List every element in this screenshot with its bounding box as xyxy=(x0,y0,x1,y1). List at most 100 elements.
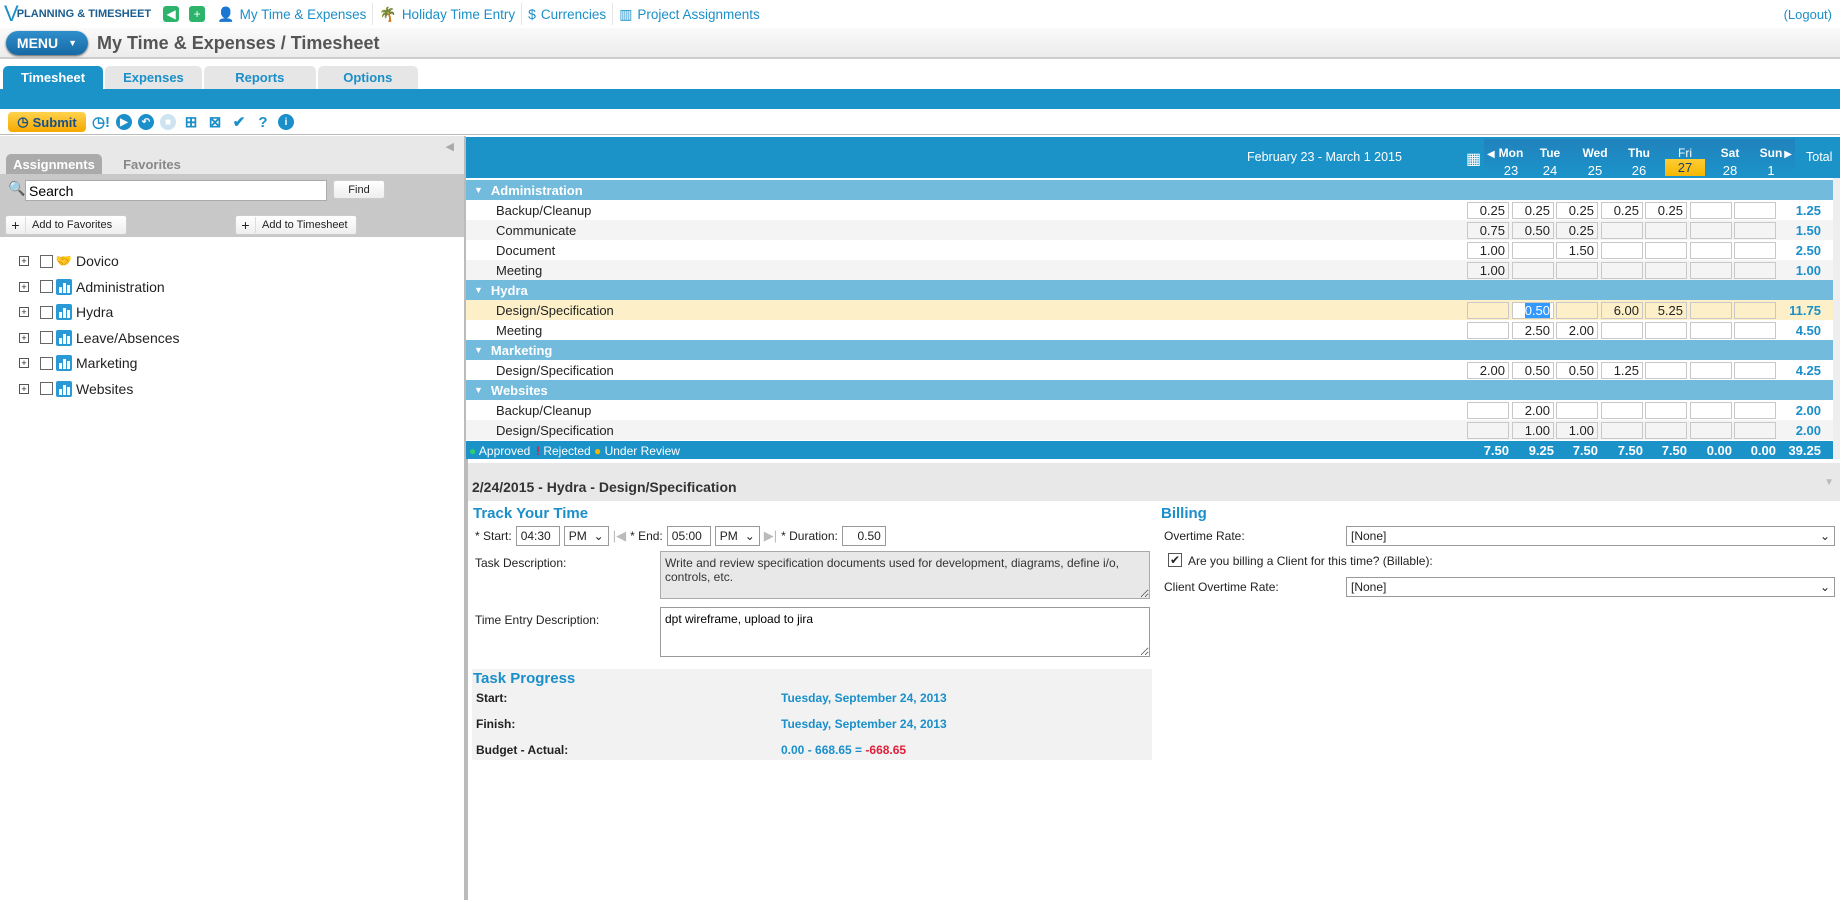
tree-checkbox[interactable] xyxy=(40,356,53,370)
tree-item[interactable]: + Administration xyxy=(0,276,165,298)
end-time-input[interactable]: 05:00 xyxy=(666,526,711,546)
hours-cell[interactable]: 1.00 xyxy=(1467,262,1509,279)
category-row[interactable]: ▼ Hydra xyxy=(466,280,1833,300)
hours-cell[interactable] xyxy=(1645,422,1687,439)
time-entry-description-input[interactable]: dpt wireframe, upload to jira xyxy=(660,607,1150,657)
tree-item[interactable]: + Marketing xyxy=(0,352,137,374)
hours-cell[interactable]: 6.00 xyxy=(1601,302,1643,319)
expand-icon[interactable]: + xyxy=(19,256,29,266)
hours-cell[interactable] xyxy=(1467,302,1509,319)
hours-cell[interactable] xyxy=(1601,402,1643,419)
hours-cell[interactable] xyxy=(1690,202,1732,219)
hours-cell[interactable]: 0.25 xyxy=(1512,202,1554,219)
hours-cell[interactable] xyxy=(1467,402,1509,419)
undo-icon[interactable]: ↶ xyxy=(138,114,154,130)
hours-cell[interactable]: 2.50 xyxy=(1512,322,1554,339)
end-ampm-select[interactable]: PM ⌄ xyxy=(714,526,760,546)
help-icon[interactable]: ? xyxy=(254,113,272,131)
hours-cell[interactable]: 0.50 xyxy=(1512,222,1554,239)
overtime-rate-select[interactable]: [None] ⌄ xyxy=(1346,526,1835,546)
hours-cell[interactable] xyxy=(1601,322,1643,339)
hours-cell[interactable] xyxy=(1512,242,1554,259)
hours-cell[interactable] xyxy=(1556,262,1598,279)
menu-button[interactable]: MENU ▼ xyxy=(6,31,88,55)
hours-cell[interactable] xyxy=(1734,362,1776,379)
day-header[interactable]: Fri 27 xyxy=(1665,146,1705,176)
expand-icon[interactable]: + xyxy=(19,307,29,317)
nav-currencies[interactable]: $ Currencies xyxy=(522,3,614,25)
hours-cell[interactable]: 0.25 xyxy=(1601,202,1643,219)
collapse-icon[interactable]: ▼ xyxy=(474,285,483,295)
timesheet-row[interactable]: Backup/Cleanup 2.00 2.00 xyxy=(466,400,1833,420)
timer-alert-icon[interactable]: ◷! xyxy=(92,113,110,131)
hours-cell[interactable] xyxy=(1467,422,1509,439)
day-header[interactable]: Sat 28 xyxy=(1710,144,1750,180)
timesheet-row[interactable]: Meeting 2.50 2.00 4.50 xyxy=(466,320,1833,340)
remove-row-icon[interactable]: ⊠ xyxy=(206,113,224,131)
duration-input[interactable]: 0.50 xyxy=(841,526,886,546)
hours-cell[interactable] xyxy=(1734,202,1776,219)
day-header[interactable]: Tue 24 xyxy=(1530,144,1570,180)
hours-cell[interactable]: 0.50 xyxy=(1512,302,1554,319)
hours-cell[interactable] xyxy=(1645,262,1687,279)
tree-item[interactable]: + Leave/Absences xyxy=(0,327,180,349)
hours-cell[interactable]: 0.50 xyxy=(1556,362,1598,379)
hours-cell[interactable] xyxy=(1690,322,1732,339)
collapse-icon[interactable]: ▼ xyxy=(474,185,483,195)
timesheet-row[interactable]: Document 1.00 1.50 2.50 xyxy=(466,240,1833,260)
tab-expenses[interactable]: Expenses xyxy=(105,66,202,89)
hours-cell[interactable] xyxy=(1734,322,1776,339)
hours-cell[interactable] xyxy=(1734,242,1776,259)
hours-cell[interactable]: 2.00 xyxy=(1556,322,1598,339)
tree-item[interactable]: + Hydra xyxy=(0,301,113,323)
hours-cell[interactable] xyxy=(1601,242,1643,259)
tree-item[interactable]: + Websites xyxy=(0,378,133,400)
hours-cell[interactable]: 0.25 xyxy=(1645,202,1687,219)
hours-cell[interactable] xyxy=(1512,262,1554,279)
collapse-icon[interactable]: ▼ xyxy=(474,385,483,395)
tab-reports[interactable]: Reports xyxy=(203,66,316,89)
hours-cell[interactable]: 5.25 xyxy=(1645,302,1687,319)
timesheet-row[interactable]: Design/Specification 2.00 0.50 0.50 1.25 4.25 xyxy=(466,360,1833,380)
skip-forward-icon[interactable]: ▶| xyxy=(764,528,777,544)
nav-holiday[interactable]: 🌴 Holiday Time Entry xyxy=(373,3,523,25)
timesheet-row[interactable]: Communicate 0.75 0.50 0.25 1.50 xyxy=(466,220,1833,240)
hours-cell[interactable] xyxy=(1734,262,1776,279)
category-row[interactable]: ▼ Administration xyxy=(466,180,1833,200)
tab-options[interactable]: Options xyxy=(317,66,418,89)
timesheet-row[interactable]: Meeting 1.00 1.00 xyxy=(466,260,1833,280)
client-overtime-rate-select[interactable]: [None] ⌄ xyxy=(1346,577,1835,597)
hours-cell[interactable] xyxy=(1601,422,1643,439)
info-icon[interactable]: i xyxy=(278,114,294,130)
hours-cell[interactable] xyxy=(1734,222,1776,239)
stop-icon[interactable]: ■ xyxy=(160,114,176,130)
day-header[interactable]: Wed 25 xyxy=(1575,144,1615,180)
collapse-icon[interactable]: ◀ xyxy=(446,140,454,153)
add-row-icon[interactable]: ⊞ xyxy=(182,113,200,131)
hours-cell[interactable] xyxy=(1690,262,1732,279)
tree-checkbox[interactable] xyxy=(40,280,53,293)
start-time-input[interactable]: 04:30 xyxy=(515,526,560,546)
expand-icon[interactable]: + xyxy=(19,332,29,343)
hours-cell[interactable] xyxy=(1734,422,1776,439)
submit-button[interactable]: ◷ Submit xyxy=(8,112,86,132)
tree-checkbox[interactable] xyxy=(40,254,53,268)
hours-cell[interactable] xyxy=(1645,222,1687,239)
hours-cell[interactable] xyxy=(1601,262,1643,279)
start-ampm-select[interactable]: PM ⌄ xyxy=(563,526,609,546)
tab-assignments[interactable]: Assignments xyxy=(6,154,102,174)
day-header[interactable]: Mon 23 xyxy=(1491,144,1531,180)
add-icon[interactable]: + xyxy=(189,6,206,22)
add-to-timesheet-button[interactable]: + Add to Timesheet xyxy=(235,215,357,235)
hours-cell[interactable]: 0.25 xyxy=(1556,202,1598,219)
collapse-detail-icon[interactable]: ▼ xyxy=(1824,477,1834,488)
timesheet-row[interactable]: Design/Specification 1.00 1.00 2.00 xyxy=(466,420,1833,440)
logout-link[interactable]: (Logout) xyxy=(1784,7,1832,22)
day-header[interactable]: Thu 26 xyxy=(1619,144,1659,180)
hours-cell[interactable] xyxy=(1556,402,1598,419)
back-icon[interactable]: ◀ xyxy=(163,6,180,22)
hours-cell[interactable] xyxy=(1690,242,1732,259)
hours-cell[interactable] xyxy=(1734,402,1776,419)
hours-cell[interactable]: 1.25 xyxy=(1601,362,1643,379)
hours-cell[interactable] xyxy=(1734,302,1776,319)
